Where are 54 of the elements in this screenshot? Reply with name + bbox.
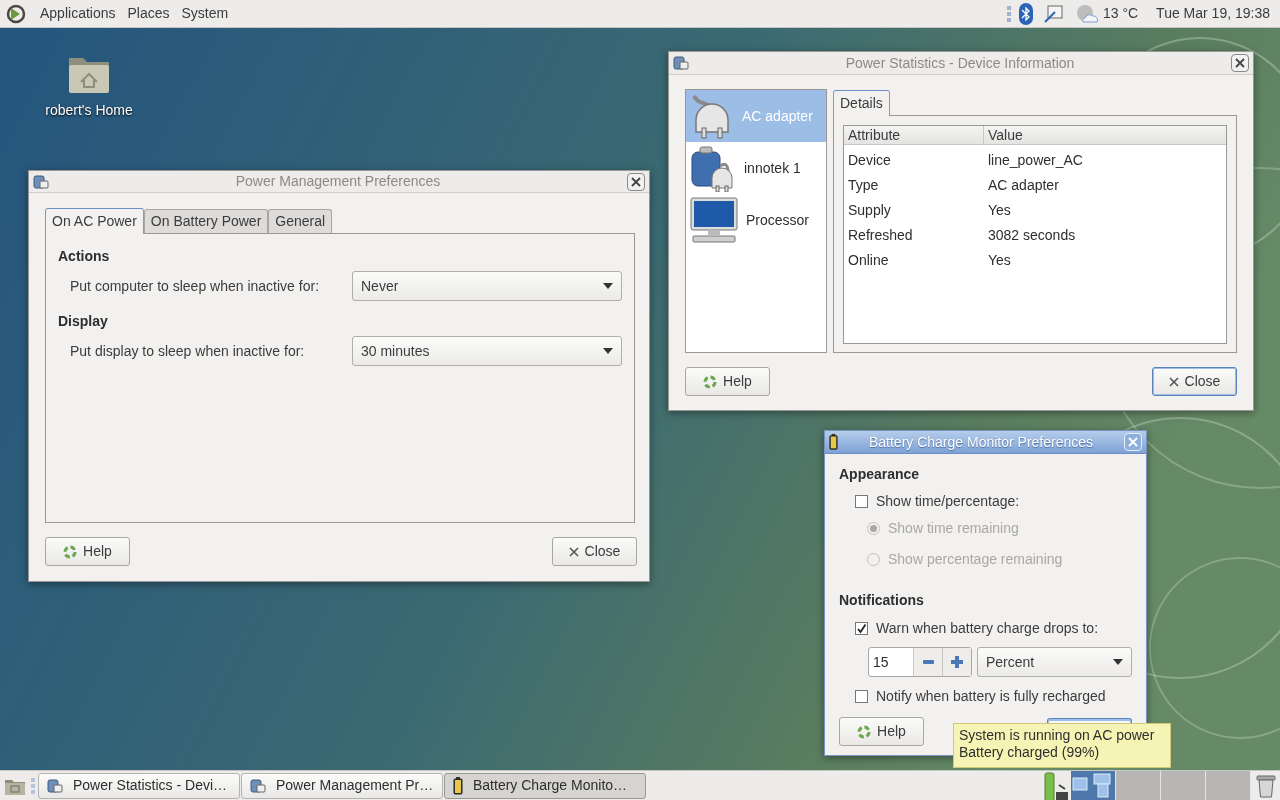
table-cell-text: 3082 seconds (987, 226, 1077, 245)
window-title: Power Statistics - Device Information (844, 53, 1076, 73)
table-cell-text: Refreshed (847, 226, 914, 245)
dropdown[interactable]: Percent (977, 647, 1132, 677)
menu-item[interactable]: Applications (34, 3, 122, 24)
section-heading: Display (58, 312, 109, 331)
section-heading: Actions (58, 247, 111, 266)
field-label: Put computer to sleep when inactive for: (70, 276, 320, 296)
table-cell-text: Yes (987, 251, 1012, 270)
tab[interactable]: Details (833, 90, 890, 116)
radio-label: Show percentage remaining (888, 550, 1063, 569)
device-label: AC adapter (742, 106, 813, 126)
menu-item[interactable]: System (175, 3, 235, 24)
device-label: innotek 1 (744, 158, 801, 178)
table-cell-text: AC adapter (987, 176, 1060, 195)
close-button[interactable]: Close (552, 537, 637, 566)
window-title: Battery Charge Monitor Preferences (867, 432, 1095, 452)
radio-label: Show time remaining (888, 519, 1019, 538)
device-label: Processor (746, 210, 810, 230)
table-cell-text: Supply (847, 201, 892, 220)
checkbox-label: Warn when battery charge drops to: (876, 619, 1099, 638)
window-title: Power Management Preferences (234, 172, 442, 191)
section-heading: Notifications (839, 591, 925, 610)
spin-value: 15 (872, 653, 890, 672)
table-cell-text: Type (847, 176, 880, 195)
icon-label[interactable]: robert's Home (45, 100, 133, 121)
checkbox-label: Show time/percentage: (876, 492, 1020, 511)
clock[interactable]: Tue Mar 19, 19:38 (1156, 3, 1270, 24)
column-header[interactable]: Value (984, 126, 1226, 144)
table-cell-text: line_power_AC (987, 151, 1084, 170)
taskbar-button[interactable]: Power Management Pr… (241, 772, 443, 799)
help-button[interactable]: Help (839, 717, 924, 746)
dropdown[interactable]: 30 minutes (352, 336, 622, 366)
field-label: Put display to sleep when inactive for: (70, 341, 305, 361)
section-heading: Appearance (839, 465, 921, 484)
dropdown[interactable]: Never (352, 271, 622, 301)
taskbar-button[interactable]: Battery Charge Monito… (444, 772, 646, 799)
taskbar-button[interactable]: Power Statistics - Devi… (38, 772, 240, 799)
checkbox-label: Notify when battery is fully recharged (876, 687, 1106, 706)
table-cell-text: Device (847, 151, 892, 170)
menu-item[interactable]: Places (121, 3, 176, 24)
table-cell-text: Online (847, 251, 890, 270)
tab[interactable]: On Battery Power (143, 209, 269, 233)
tooltip-text: System is running on AC power (959, 727, 1156, 744)
help-button[interactable]: Help (685, 367, 770, 396)
tooltip-text: Battery charged (99%) (959, 744, 1101, 761)
temperature[interactable]: 13 °C (1102, 3, 1139, 24)
close-button[interactable]: Close (1152, 367, 1237, 396)
tab[interactable]: General (268, 209, 333, 233)
tab[interactable]: On AC Power (45, 208, 144, 234)
help-button[interactable]: Help (45, 537, 130, 566)
column-header[interactable]: Attribute (844, 126, 984, 144)
table-cell-text: Yes (987, 201, 1012, 220)
spin-field[interactable]: 15 (868, 647, 972, 677)
